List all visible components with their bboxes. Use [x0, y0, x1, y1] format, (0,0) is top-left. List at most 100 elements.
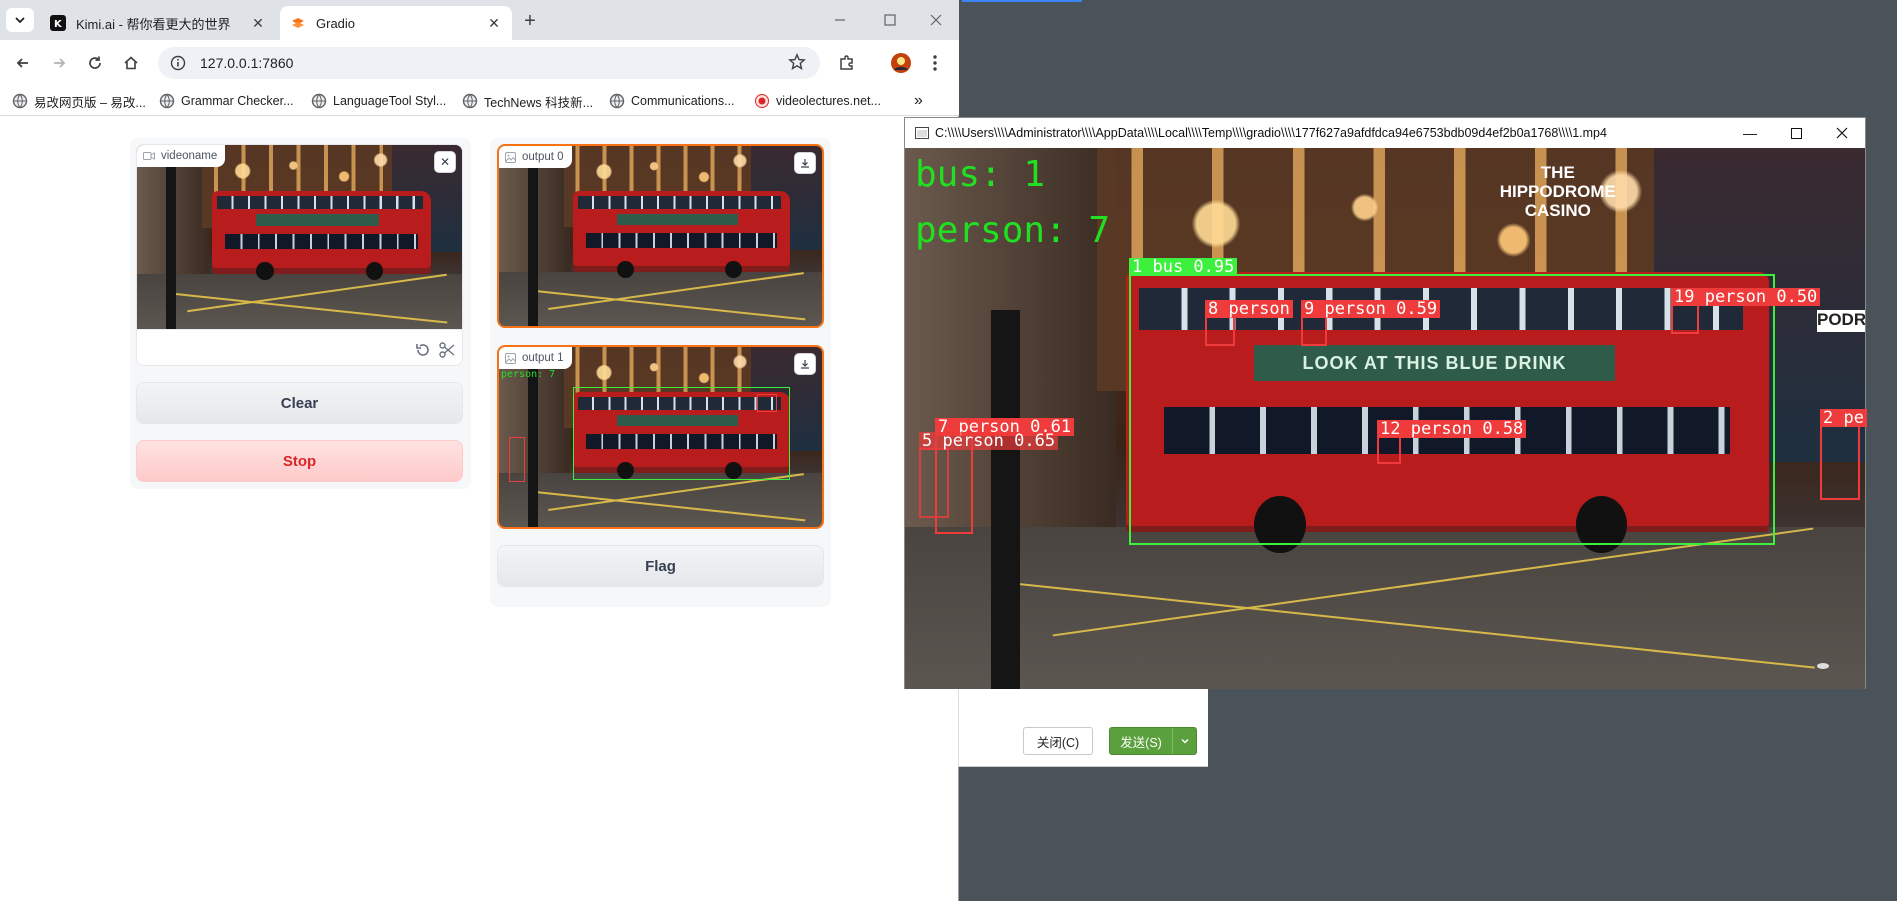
detection-label: 12 person 0.58 [1377, 420, 1527, 438]
home-icon [124, 56, 138, 70]
player-indicator [1817, 663, 1829, 669]
globe-icon [311, 93, 327, 109]
tab-title: Gradio [316, 15, 356, 31]
chevron-down-icon[interactable] [1172, 728, 1196, 754]
forward-button[interactable] [44, 48, 74, 78]
bus-scene-image [137, 145, 462, 329]
bookmark-label: 易改网页版 – 易改... [34, 95, 146, 110]
image-icon [505, 352, 516, 364]
person-detection-box: 19 person 0.50 [1671, 288, 1821, 334]
bookmark-label: TechNews 科技新... [484, 95, 594, 110]
bookmark-item[interactable]: LanguageTool Styl... [311, 91, 446, 111]
output-1-video[interactable]: output 1 person: 7 [497, 345, 824, 529]
back-button[interactable] [8, 48, 38, 78]
player-video-frame: LOOK AT THIS BLUE DRINK THE HIPPODROME C… [905, 148, 1867, 689]
close-icon[interactable]: ✕ [486, 15, 502, 31]
download-button[interactable] [794, 353, 816, 375]
dialog-send-button[interactable]: 发送(S) [1109, 727, 1197, 755]
detection-label: 8 person [1205, 300, 1293, 318]
browser-window: K Kimi.ai - 帮你看更大的世界 ✕ Gradio ✕ + 127.0.… [0, 0, 959, 901]
url-text[interactable]: 127.0.0.1:7860 [200, 55, 293, 71]
gradio-icon [290, 15, 306, 31]
reload-button[interactable] [80, 48, 110, 78]
player-close-button[interactable] [1819, 118, 1865, 148]
download-button[interactable] [794, 152, 816, 174]
new-tab-button[interactable]: + [518, 9, 542, 33]
video-player-window: C:\\\\Users\\\\Administrator\\\\AppData\… [904, 117, 1867, 689]
stop-button[interactable]: Stop [136, 440, 463, 482]
minimize-button[interactable] [820, 6, 860, 34]
person-detection-box [757, 393, 777, 412]
player-titlebar: C:\\\\Users\\\\Administrator\\\\AppData\… [905, 118, 1865, 148]
bookmark-item[interactable]: TechNews 科技新... [462, 91, 593, 111]
download-icon [801, 159, 809, 168]
person-detection-box [508, 437, 525, 482]
bookmark-item[interactable]: videolectures.net... [754, 91, 881, 111]
arrow-left-icon [16, 58, 28, 68]
record-icon [755, 94, 769, 108]
detection-label: 9 person 0.59 [1301, 300, 1441, 318]
bus-count-text: bus: 1 [915, 154, 1046, 195]
person-detection-box: 9 person 0.59 [1301, 300, 1441, 346]
bookmark-star-icon[interactable] [788, 53, 806, 74]
clear-video-button[interactable]: ✕ [434, 151, 456, 173]
browser-toolbar: 127.0.0.1:7860 [0, 40, 959, 86]
globe-icon [12, 93, 28, 109]
globe-icon [609, 93, 625, 109]
address-bar[interactable]: 127.0.0.1:7860 [158, 47, 820, 79]
bookmark-item[interactable]: Communications... [609, 91, 735, 111]
video-icon [143, 152, 155, 160]
undo-icon[interactable] [414, 341, 432, 362]
site-info-icon[interactable] [170, 55, 186, 71]
player-minimize-button[interactable]: — [1727, 118, 1773, 148]
input-video[interactable]: videoname ✕ [136, 144, 463, 366]
taskbar-highlight [962, 0, 1082, 2]
extensions-button[interactable] [832, 48, 862, 78]
input-column: videoname ✕ Clear Stop [130, 138, 471, 489]
clear-button[interactable]: Clear [136, 382, 463, 424]
detection-label: 19 person 0.50 [1671, 288, 1821, 306]
detection-label: 2 pe [1820, 409, 1867, 427]
globe-icon [462, 93, 478, 109]
gradio-page: videoname ✕ Clear Stop output 0 output 1… [0, 117, 958, 901]
maximize-button[interactable] [870, 6, 910, 34]
tab-kimi[interactable]: K Kimi.ai - 帮你看更大的世界 ✕ [40, 6, 276, 40]
puzzle-icon [840, 55, 853, 70]
output-column: output 0 output 1 person: 7 Flag [490, 138, 831, 607]
output-1-label: output 1 [499, 347, 572, 369]
bookmark-item[interactable]: 易改网页版 – 易改... [12, 91, 146, 111]
maximize-icon [1790, 127, 1802, 139]
output-0-video[interactable]: output 0 [497, 144, 824, 328]
close-icon[interactable]: ✕ [250, 15, 266, 31]
bookmark-item[interactable]: Grammar Checker... [159, 91, 294, 111]
more-bookmarks-button[interactable]: » [914, 91, 923, 111]
close-icon [930, 14, 942, 26]
person-detection-box: 5 person 0.65 [919, 432, 1059, 518]
more-vertical-icon [933, 55, 937, 71]
download-icon [801, 360, 809, 369]
bookmarks-bar: 易改网页版 – 易改... Grammar Checker... Languag… [0, 86, 959, 116]
window-close-button[interactable] [916, 6, 956, 34]
player-title: C:\\\\Users\\\\Administrator\\\\AppData\… [935, 126, 1607, 140]
player-maximize-button[interactable] [1773, 118, 1819, 148]
scissors-icon[interactable] [438, 341, 456, 362]
tab-search-button[interactable] [6, 8, 34, 32]
detection-label: 5 person 0.65 [919, 432, 1059, 450]
detection-label: 1 bus 0.95 [1129, 258, 1238, 276]
bookmark-label: videolectures.net... [776, 94, 881, 108]
profile-avatar[interactable] [886, 48, 916, 78]
image-icon [505, 151, 516, 163]
bookmark-label: Communications... [631, 94, 735, 108]
send-label: 发送(S) [1120, 735, 1162, 750]
person-detection-box: 12 person 0.58 [1377, 420, 1527, 464]
flag-button[interactable]: Flag [497, 545, 824, 587]
tab-strip: K Kimi.ai - 帮你看更大的世界 ✕ Gradio ✕ + [0, 0, 959, 40]
globe-icon [159, 93, 175, 109]
reload-icon [89, 56, 101, 69]
tab-gradio[interactable]: Gradio ✕ [280, 6, 512, 40]
dialog-close-button[interactable]: 关闭(C) [1023, 727, 1093, 755]
minimize-icon [835, 19, 845, 21]
window-app-icon [915, 127, 929, 139]
home-button[interactable] [116, 48, 146, 78]
browser-menu-button[interactable] [920, 48, 950, 78]
